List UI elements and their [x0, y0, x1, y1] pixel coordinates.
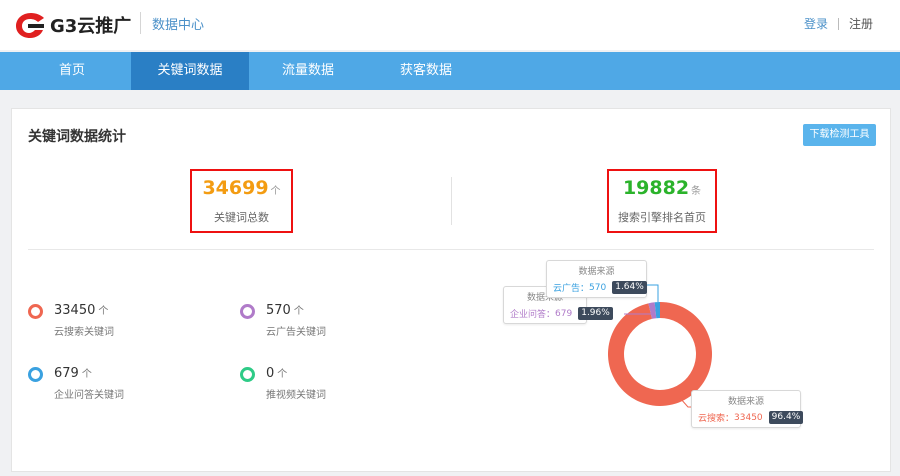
auth-separator — [837, 17, 839, 30]
stat-total: 34699 个 关键词总数 — [190, 177, 293, 225]
legend-value: 0个 — [266, 366, 288, 381]
leader-line-cloud-ads — [646, 284, 659, 302]
legend-label: 云广告关键词 — [266, 327, 326, 338]
auth-links: 登录 注册 — [804, 15, 873, 32]
cloud-ads-ring-icon — [240, 304, 255, 319]
enterprise-qa-ring-icon — [28, 367, 43, 382]
nav-item-customers[interactable]: 获客数据 — [368, 52, 484, 90]
tooltip-title: 数据来源 — [727, 397, 764, 407]
tooltip-slice-name: 企业问答 — [510, 310, 547, 320]
tooltip-cloud-ads: 数据来源 云广告： 570 1.64% — [546, 260, 647, 298]
stat-ranking-label: 搜索引擎排名首页 — [618, 211, 706, 224]
nav-item-traffic[interactable]: 流量数据 — [250, 52, 366, 90]
stat-ranking-value: 19882 — [622, 177, 690, 199]
tooltip-slice-value: 679 — [555, 308, 573, 319]
header-subtitle[interactable]: 数据中心 — [152, 14, 204, 33]
legend-value: 33450 个 — [54, 303, 109, 318]
tooltip-row: 企业问答： 679 1.96% — [504, 303, 613, 323]
tooltip-title: 数据来源 — [578, 267, 615, 277]
legend-label: 推视频关键词 — [266, 390, 326, 401]
tooltip-slice-percent: 1.64% — [612, 281, 647, 294]
legend-label: 企业问答关键词 — [54, 390, 124, 401]
nav-item-keywords[interactable]: 关键词数据 — [131, 52, 249, 90]
stat-total-unit: 个 — [270, 186, 281, 197]
section-divider — [28, 249, 874, 250]
legend-label: 云搜索关键词 — [54, 327, 114, 338]
stat-total-label: 关键词总数 — [214, 211, 269, 224]
tooltip-row: 云搜索： 33450 96.4% — [692, 407, 804, 427]
nav-item-home[interactable]: 首页 — [14, 52, 130, 90]
keyword-stats-card: 关键词数据统计 下载检测工具 34699 个 关键词总数 19882 条 搜索引擎排… — [11, 108, 891, 472]
tooltip-slice-name: 云搜索 — [698, 414, 726, 424]
tooltip-slice-name: 云广告 — [553, 284, 581, 294]
leader-line-cloud-search — [679, 397, 691, 408]
tooltip-slice-value: 33450 — [734, 412, 763, 423]
g3-logo-icon — [16, 13, 44, 38]
download-tool-button[interactable]: 下载检测工具 — [803, 124, 876, 146]
video-ring-icon — [240, 367, 255, 382]
card-title: 关键词数据统计 — [28, 129, 126, 145]
cloud-search-ring-icon — [28, 304, 43, 319]
stat-divider — [451, 177, 452, 225]
header-divider — [140, 12, 141, 34]
stat-ranking: 19882 条 搜索引擎排名首页 — [607, 177, 717, 225]
leader-line-enterprise-qa — [624, 303, 654, 315]
tooltip-slice-percent: 96.4% — [768, 411, 804, 424]
stat-total-value: 34699 — [202, 177, 269, 199]
tooltip-row: 云广告： 570 1.64% — [547, 277, 647, 297]
tooltip-slice-value: 570 — [589, 282, 607, 293]
register-link[interactable]: 注册 — [849, 15, 873, 32]
donut-slice-云广告[interactable] — [654, 302, 660, 319]
donut-slice-企业问答[interactable] — [648, 302, 657, 319]
top-header: G3云推广 数据中心 登录 注册 — [0, 0, 900, 50]
legend-value: 570 个 — [266, 303, 304, 318]
logo-text: G3云推广 — [50, 16, 132, 37]
tooltip-cloud-search: 数据来源 云搜索： 33450 96.4% — [691, 390, 804, 428]
logo[interactable]: G3云推广 — [14, 9, 131, 41]
main-nav: 首页 关键词数据 流量数据 获客数据 — [0, 52, 900, 90]
legend-value: 679 个 — [54, 366, 92, 381]
tooltip-slice-percent: 1.96% — [578, 307, 613, 320]
stat-ranking-unit: 条 — [691, 186, 702, 197]
login-link[interactable]: 登录 — [804, 15, 828, 32]
